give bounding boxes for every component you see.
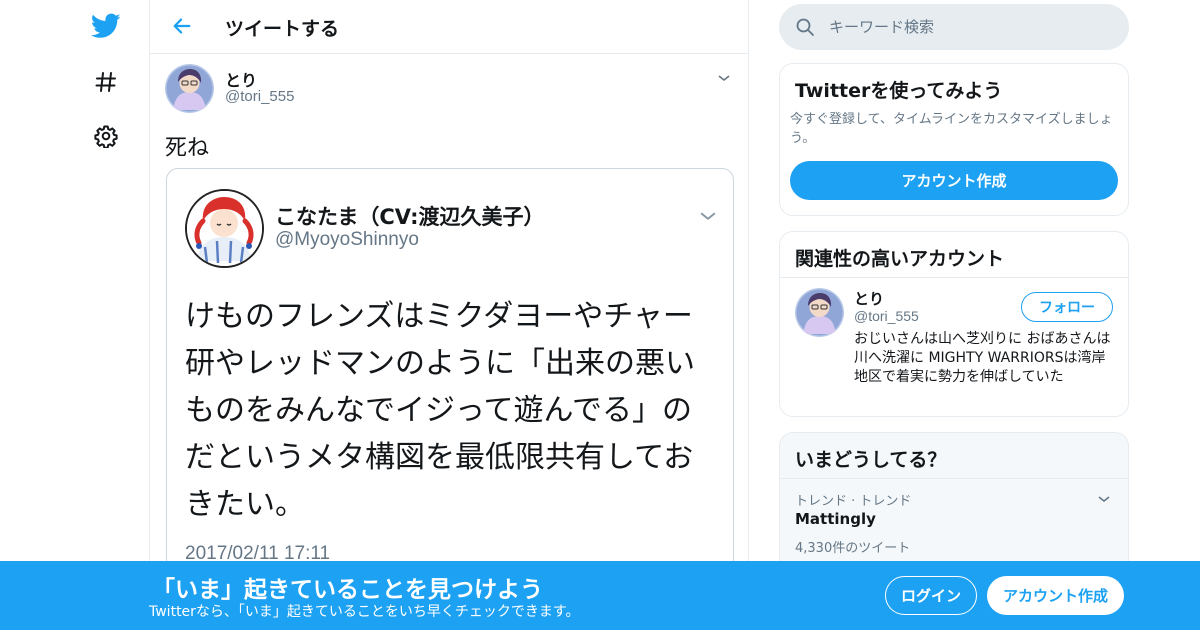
- chevron-down-icon[interactable]: [1096, 491, 1112, 511]
- main-header: ツイートする: [150, 0, 748, 54]
- back-arrow-icon[interactable]: [168, 12, 196, 40]
- embedded-author-avatar: [185, 189, 264, 268]
- twitter-bird-icon[interactable]: [88, 8, 124, 44]
- tweet-author-avatar[interactable]: [165, 64, 214, 113]
- related-account-bio: おじいさんは山へ芝刈りに おばあさんは川へ洗濯に MIGHTY WARRIORS…: [854, 331, 1111, 385]
- login-button[interactable]: ログイン: [885, 576, 977, 615]
- gear-icon[interactable]: [88, 118, 124, 154]
- signup-banner: 「いま」起きていることを見つけよう Twitterなら、「いま」起きていることを…: [0, 561, 1200, 630]
- related-account-avatar[interactable]: [795, 288, 844, 337]
- related-account-handle[interactable]: @tori_555: [854, 308, 919, 324]
- trend-tweet-count: 4,330件のツイート: [795, 541, 911, 556]
- tweet-author-handle[interactable]: @tori_555: [225, 88, 294, 105]
- embedded-image[interactable]: こなたま（CV:渡辺久美子） @MyoyoShinnyo けものフレンズはミクダ…: [166, 168, 734, 588]
- banner-subtitle: Twitterなら、「いま」起きていることをいち早くチェックできます。: [149, 604, 580, 620]
- chevron-down-icon[interactable]: [716, 70, 732, 90]
- follow-button[interactable]: フォロー: [1021, 292, 1113, 322]
- hashtag-icon[interactable]: [88, 64, 124, 100]
- embedded-author-handle: @MyoyoShinnyo: [275, 229, 419, 250]
- trend-name[interactable]: Mattingly: [795, 510, 876, 528]
- trend-context: トレンド · トレンド: [795, 494, 912, 509]
- search-box[interactable]: [779, 4, 1129, 50]
- chevron-down-icon: [697, 205, 719, 231]
- divider: [780, 478, 1128, 479]
- search-icon: [795, 17, 815, 41]
- search-input[interactable]: [829, 16, 1109, 38]
- signup-card: Twitterを使ってみよう 今すぐ登録して、タイムラインをカスタマイズしましょ…: [779, 63, 1129, 216]
- signup-card-title: Twitterを使ってみよう: [795, 80, 1003, 102]
- page-title: ツイートする: [225, 18, 340, 40]
- related-accounts-card: 関連性の高いアカウント とり @tori_555 フォロー おじいさんは山へ芝刈…: [779, 231, 1129, 417]
- divider: [780, 277, 1128, 278]
- main-column: ツイートする とり @tori_555 死ね こなたま（CV:渡辺久美子） @M…: [149, 0, 749, 630]
- banner-title: 「いま」起きていることを見つけよう: [152, 577, 543, 603]
- embedded-tweet-text: けものフレンズはミクダヨーやチャー研やレッドマンのように「出来の悪いものをみんな…: [185, 299, 695, 522]
- signup-card-description: 今すぐ登録して、タイムラインをカスタマイズしましょう。: [790, 112, 1113, 146]
- trends-title: いまどうしてる？: [795, 449, 947, 471]
- banner-create-account-button[interactable]: アカウント作成: [987, 576, 1124, 615]
- left-nav: [0, 0, 150, 630]
- embedded-author-name: こなたま（CV:渡辺久美子）: [275, 205, 545, 229]
- related-account-name[interactable]: とり: [854, 288, 884, 309]
- create-account-button[interactable]: アカウント作成: [790, 161, 1118, 200]
- related-accounts-title: 関連性の高いアカウント: [795, 248, 1005, 270]
- tweet-text: 死ね: [165, 136, 210, 161]
